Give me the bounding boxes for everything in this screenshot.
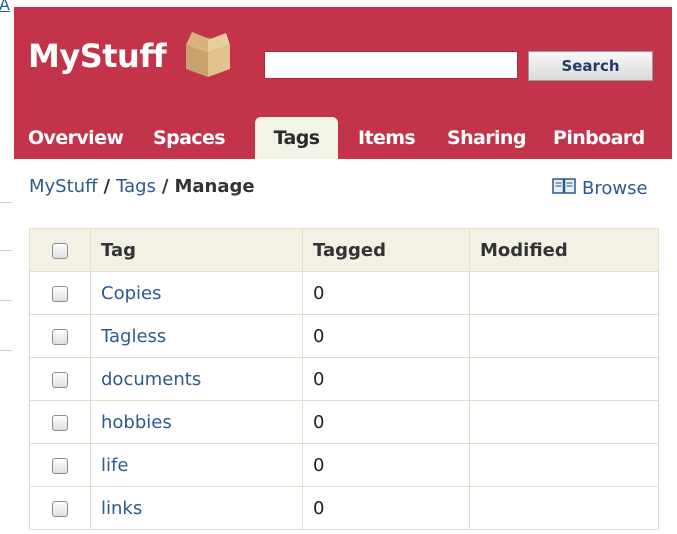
tag-link[interactable]: life (101, 455, 128, 476)
breadcrumb-section-link[interactable]: Tags (116, 176, 156, 197)
modified-cell (469, 400, 659, 444)
tagged-count-cell: 0 (302, 443, 470, 487)
modified-cell (469, 271, 659, 315)
tag-name-cell: hobbies (90, 400, 303, 444)
tag-name-cell: links (90, 486, 303, 530)
breadcrumb-current: Manage (174, 176, 255, 197)
tag-link[interactable]: Copies (101, 283, 161, 304)
row-select-cell (29, 314, 91, 358)
modified-cell (469, 357, 659, 401)
tag-link[interactable]: documents (101, 369, 201, 390)
table-row: documents 0 (29, 357, 659, 401)
search-button[interactable]: Search (528, 51, 653, 81)
tab-sharing[interactable]: Sharing (447, 117, 526, 159)
column-header-tag[interactable]: Tag (90, 228, 303, 272)
edge-divider (0, 300, 12, 301)
row-checkbox[interactable] (52, 371, 68, 388)
tagged-count-cell: 0 (302, 400, 470, 444)
breadcrumb-root-link[interactable]: MyStuff (29, 176, 97, 197)
table-row: hobbies 0 (29, 400, 659, 444)
row-checkbox[interactable] (52, 328, 68, 345)
edge-divider (0, 350, 12, 351)
row-select-cell (29, 357, 91, 401)
main-nav-tabs: Overview Spaces Tags Items Sharing Pinbo… (14, 117, 672, 159)
row-select-cell (29, 443, 91, 487)
tag-name-cell: Tagless (90, 314, 303, 358)
row-checkbox[interactable] (52, 500, 68, 517)
tagged-count-cell: 0 (302, 486, 470, 530)
tag-link[interactable]: hobbies (101, 412, 172, 433)
column-header-modified[interactable]: Modified (469, 228, 659, 272)
tab-tags[interactable]: Tags (255, 117, 338, 159)
breadcrumb-separator: / (103, 176, 111, 197)
box-logo-icon (186, 32, 230, 77)
table-row: links 0 (29, 486, 659, 530)
tagged-count-cell: 0 (302, 271, 470, 315)
modified-cell (469, 314, 659, 358)
tag-link[interactable]: links (101, 498, 142, 519)
browse-link[interactable]: Browse (552, 178, 648, 199)
table-row: life 0 (29, 443, 659, 487)
edge-divider (0, 250, 12, 251)
select-all-checkbox[interactable] (52, 242, 68, 259)
row-checkbox[interactable] (52, 414, 68, 431)
row-select-cell (29, 486, 91, 530)
search-input[interactable] (264, 51, 518, 79)
tag-link[interactable]: Tagless (101, 326, 166, 347)
edge-divider (0, 202, 12, 203)
left-edge-strip: A (0, 0, 14, 534)
tab-pinboard[interactable]: Pinboard (553, 117, 645, 159)
row-select-cell (29, 400, 91, 444)
tab-overview[interactable]: Overview (28, 117, 124, 159)
edge-link-fragment[interactable]: A (0, 0, 10, 14)
row-checkbox[interactable] (52, 457, 68, 474)
app-logo[interactable]: MyStuff (28, 37, 167, 75)
tags-table: Tag Tagged Modified Copies 0 Tagless 0 d… (29, 228, 659, 530)
table-row: Copies 0 (29, 271, 659, 315)
column-header-tagged[interactable]: Tagged (302, 228, 470, 272)
tag-name-cell: Copies (90, 271, 303, 315)
tag-name-cell: documents (90, 357, 303, 401)
tab-spaces[interactable]: Spaces (153, 117, 226, 159)
select-all-cell (29, 228, 91, 272)
tagged-count-cell: 0 (302, 357, 470, 401)
tag-name-cell: life (90, 443, 303, 487)
app-header: MyStuff Search Overview Spaces Tags Item… (14, 7, 672, 159)
row-checkbox[interactable] (52, 285, 68, 302)
table-row: Tagless 0 (29, 314, 659, 358)
browse-label: Browse (582, 178, 648, 199)
table-header-row: Tag Tagged Modified (29, 228, 659, 272)
modified-cell (469, 443, 659, 487)
breadcrumb: MyStuff / Tags / Manage (29, 176, 255, 197)
tab-items[interactable]: Items (358, 117, 416, 159)
tagged-count-cell: 0 (302, 314, 470, 358)
breadcrumb-separator: / (161, 176, 169, 197)
modified-cell (469, 486, 659, 530)
book-icon (552, 178, 576, 194)
row-select-cell (29, 271, 91, 315)
